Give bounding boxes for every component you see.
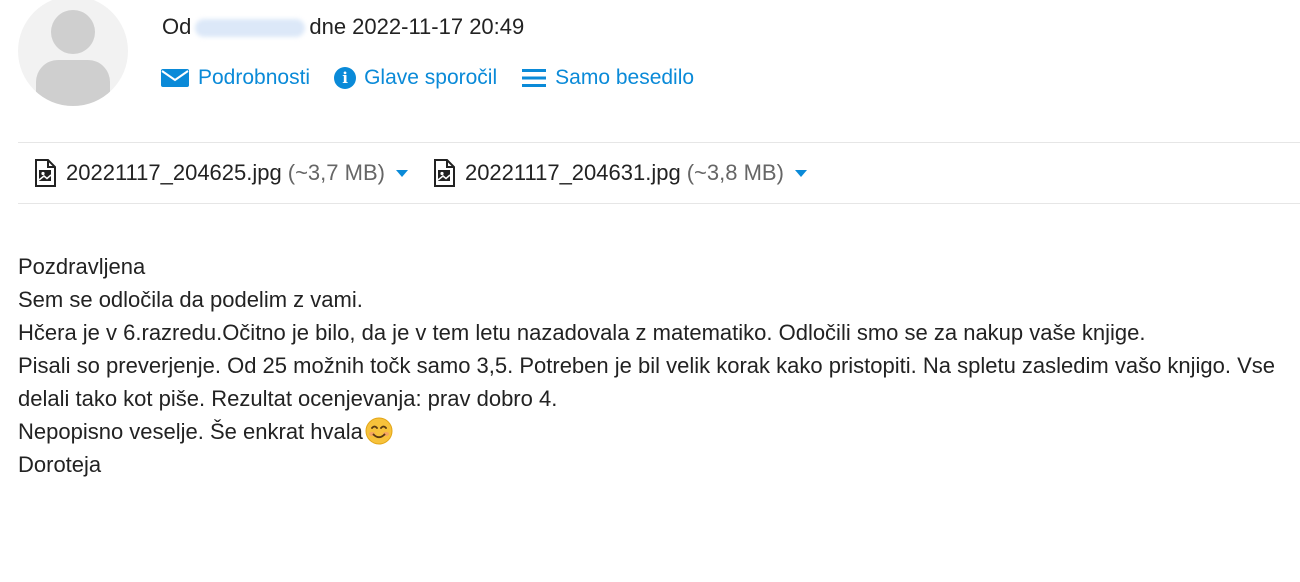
message-header: Od dne 2022-11-17 20:49 Podrobnosti i Gla…	[0, 0, 1300, 140]
headers-link[interactable]: i Glave sporočil	[334, 66, 497, 90]
caret-down-icon[interactable]	[794, 168, 808, 178]
lines-icon	[521, 67, 547, 89]
message-date: dne 2022-11-17 20:49	[309, 14, 525, 39]
attachment-item[interactable]: 20221117_204631.jpg (~3,8 MB)	[433, 159, 808, 187]
redacted-sender-name	[195, 19, 306, 38]
message-line-with-emoji: Nepopisno veselje. Še enkrat hvala	[18, 415, 1288, 448]
message-body: Pozdravljena Sem se odločila da podelim …	[18, 250, 1288, 481]
smiling-face-emoji-icon	[365, 417, 393, 445]
plain-text-link[interactable]: Samo besedilo	[521, 66, 694, 90]
info-icon: i	[334, 67, 357, 89]
message-line: Nepopisno veselje. Še enkrat hvala	[18, 419, 363, 444]
headers-label: Glave sporočil	[364, 66, 498, 89]
details-label: Podrobnosti	[198, 66, 311, 89]
attachment-size: (~3,8 MB)	[686, 160, 784, 185]
caret-down-icon[interactable]	[395, 168, 409, 178]
message-line: Pisali so preverjenje. Od 25 možnih točk…	[18, 353, 1276, 411]
message-line: Sem se odločila da podelim z vami.	[18, 287, 363, 312]
attachments-bar: 20221117_204625.jpg (~3,7 MB) 20221117_2…	[18, 142, 1300, 204]
sender-line: Od dne 2022-11-17 20:49	[162, 14, 524, 40]
attachment-name: 20221117_204625.jpg	[66, 160, 282, 185]
image-file-icon	[34, 159, 56, 187]
attachment-item[interactable]: 20221117_204625.jpg (~3,7 MB)	[34, 159, 409, 187]
message-line: Pozdravljena	[18, 254, 146, 279]
envelope-icon	[160, 68, 190, 88]
from-prefix: Od	[162, 14, 192, 39]
details-link[interactable]: Podrobnosti	[160, 66, 310, 90]
attachment-size: (~3,7 MB)	[287, 160, 385, 185]
header-actions: Podrobnosti i Glave sporočil Samo besedi…	[160, 66, 718, 90]
attachment-name: 20221117_204631.jpg	[464, 160, 681, 185]
message-line: Hčera je v 6.razredu.Očitno je bilo, da …	[18, 320, 1146, 345]
message-signature: Doroteja	[18, 452, 102, 477]
avatar	[18, 0, 128, 106]
plain-text-label: Samo besedilo	[555, 66, 695, 89]
image-file-icon	[433, 159, 455, 187]
